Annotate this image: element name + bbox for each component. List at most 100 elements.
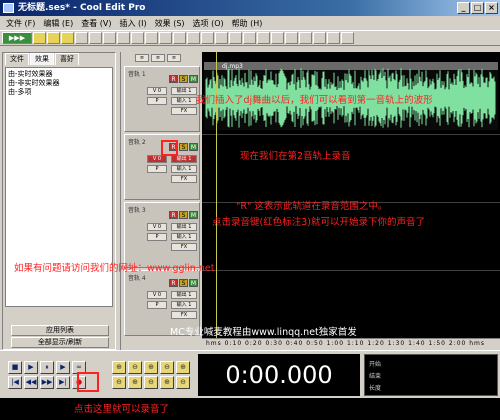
fx-icon[interactable] bbox=[341, 32, 354, 44]
output-select[interactable]: 输出 1 bbox=[171, 87, 197, 95]
redo-icon[interactable] bbox=[145, 32, 158, 44]
output-select[interactable]: 输出 1 bbox=[171, 155, 197, 163]
snap-icon[interactable] bbox=[243, 32, 256, 44]
tab-effects[interactable]: 效果 bbox=[30, 53, 54, 65]
menu-options[interactable]: 选项 (O) bbox=[189, 18, 228, 29]
zoom-left-icon[interactable]: ⊖ bbox=[112, 376, 126, 389]
volume-control[interactable]: V 0 bbox=[147, 87, 167, 95]
zoom-selection-icon[interactable]: ⊖ bbox=[160, 361, 174, 374]
eq-icon[interactable] bbox=[327, 32, 340, 44]
annotation-website: 如果有问题请访问我们的网址：www.gglin.net bbox=[14, 263, 215, 274]
mix-icon[interactable] bbox=[159, 32, 172, 44]
zoom-out-vertical-icon[interactable]: ⊖ bbox=[176, 376, 190, 389]
cut-icon[interactable] bbox=[89, 32, 102, 44]
minimize-button[interactable]: _ bbox=[457, 2, 470, 14]
copy-icon[interactable] bbox=[103, 32, 116, 44]
maximize-button[interactable]: □ bbox=[471, 2, 484, 14]
record-arm-button[interactable]: R bbox=[169, 211, 178, 219]
time-select-icon[interactable] bbox=[201, 32, 214, 44]
move-tool-icon[interactable] bbox=[187, 32, 200, 44]
output-select[interactable]: 输出 1 bbox=[171, 223, 197, 231]
pan-control[interactable]: P bbox=[147, 301, 167, 309]
zoom-fit-icon[interactable]: ⊖ bbox=[144, 376, 158, 389]
pan-control[interactable]: P bbox=[147, 97, 167, 105]
menu-file[interactable]: 文件 (F) bbox=[2, 18, 39, 29]
solo-button[interactable]: S bbox=[179, 279, 188, 287]
menu-edit[interactable]: 编辑 (E) bbox=[39, 18, 77, 29]
pause-button[interactable]: ⏸ bbox=[40, 361, 54, 374]
fx-slot[interactable]: FX bbox=[171, 311, 197, 319]
fx-slot[interactable]: FX bbox=[171, 107, 197, 115]
menu-help[interactable]: 帮助 (H) bbox=[228, 18, 267, 29]
input-select[interactable]: 输入 1 bbox=[171, 97, 197, 105]
go-to-start-button[interactable]: |◀ bbox=[8, 376, 22, 389]
go-to-end-button[interactable]: ▶| bbox=[56, 376, 70, 389]
track-header-3[interactable]: 音轨 3 R S M V 0 输出 1 输入 1 P FX bbox=[124, 202, 200, 268]
rewind-button[interactable]: ◀◀ bbox=[24, 376, 38, 389]
save-icon[interactable] bbox=[61, 32, 74, 44]
fast-forward-button[interactable]: ▶▶ bbox=[40, 376, 54, 389]
zoom-in-horizontal-icon[interactable]: ⊕ bbox=[112, 361, 126, 374]
view-option-3[interactable]: ≡ bbox=[167, 54, 181, 62]
zoom-out-horizontal-icon[interactable]: ⊖ bbox=[128, 361, 142, 374]
stop-button[interactable]: ■ bbox=[8, 361, 22, 374]
zoom-right-icon[interactable]: ⊕ bbox=[128, 376, 142, 389]
tempo-icon[interactable] bbox=[285, 32, 298, 44]
view-option-2[interactable]: ≡ bbox=[151, 54, 165, 62]
menu-insert[interactable]: 插入 (I) bbox=[116, 18, 151, 29]
cd-icon[interactable] bbox=[299, 32, 312, 44]
open-file-icon[interactable] bbox=[47, 32, 60, 44]
mute-button[interactable]: M bbox=[189, 279, 198, 287]
save-all-icon[interactable] bbox=[75, 32, 88, 44]
title-bar: 无标题.ses* - Cool Edit Pro _ □ × bbox=[0, 0, 500, 16]
paste-icon[interactable] bbox=[117, 32, 130, 44]
record-arm-button[interactable]: R bbox=[169, 75, 178, 83]
output-select[interactable]: 输出 1 bbox=[171, 291, 197, 299]
loop-icon[interactable] bbox=[257, 32, 270, 44]
metronome-icon[interactable] bbox=[271, 32, 284, 44]
mute-button[interactable]: M bbox=[189, 75, 198, 83]
volume-control[interactable]: V 0 bbox=[147, 223, 167, 231]
tree-item-multitrack[interactable]: 由-多项 bbox=[8, 88, 110, 97]
play-button[interactable]: ▶ bbox=[24, 361, 38, 374]
show-all-button[interactable]: 全部显示/刷新 bbox=[11, 337, 109, 348]
solo-button[interactable]: S bbox=[179, 75, 188, 83]
mute-button[interactable]: M bbox=[189, 211, 198, 219]
track-header-1[interactable]: 音轨 1 R S M V 0 输出 1 输入 1 P FX bbox=[124, 66, 200, 132]
volume-control[interactable]: V 0 bbox=[147, 291, 167, 299]
volume-control[interactable]: V 0 bbox=[147, 155, 167, 163]
apply-list-button[interactable]: 应用列表 bbox=[11, 325, 109, 336]
time-ruler[interactable]: hms 0:10 0:20 0:30 0:40 0:50 1:00 1:10 1… bbox=[202, 338, 500, 350]
solo-button[interactable]: S bbox=[179, 211, 188, 219]
envelope-icon[interactable] bbox=[229, 32, 242, 44]
record-arm-button[interactable]: R bbox=[169, 279, 178, 287]
pan-control[interactable]: P bbox=[147, 233, 167, 241]
new-file-icon[interactable] bbox=[33, 32, 46, 44]
undo-icon[interactable] bbox=[131, 32, 144, 44]
tab-favorites[interactable]: 喜好 bbox=[55, 53, 79, 65]
play-to-end-button[interactable]: ▶ bbox=[56, 361, 70, 374]
hybrid-tool-icon[interactable] bbox=[215, 32, 228, 44]
pan-control[interactable]: P bbox=[147, 165, 167, 173]
mute-button[interactable]: M bbox=[189, 143, 198, 151]
tree-item-realtime[interactable]: 由-实时效果器 bbox=[8, 70, 110, 79]
view-option-1[interactable]: ≡ bbox=[135, 54, 149, 62]
select-tool-icon[interactable] bbox=[173, 32, 186, 44]
solo-button[interactable]: S bbox=[179, 143, 188, 151]
tab-files[interactable]: 文件 bbox=[5, 53, 29, 65]
toggle-view-button[interactable]: ▶▶▶ bbox=[2, 32, 32, 44]
input-select[interactable]: 输入 1 bbox=[171, 165, 197, 173]
tree-item-offline[interactable]: 由-非实时效果器 bbox=[8, 79, 110, 88]
fx-slot[interactable]: FX bbox=[171, 175, 197, 183]
input-select[interactable]: 输入 1 bbox=[171, 233, 197, 241]
input-select[interactable]: 输入 1 bbox=[171, 301, 197, 309]
fx-slot[interactable]: FX bbox=[171, 243, 197, 251]
zoom-track-icon[interactable]: ⊕ bbox=[160, 376, 174, 389]
window-title: 无标题.ses* - Cool Edit Pro bbox=[18, 3, 146, 13]
zoom-in-vertical-icon[interactable]: ⊕ bbox=[176, 361, 190, 374]
menu-effects[interactable]: 效果 (S) bbox=[151, 18, 189, 29]
close-button[interactable]: × bbox=[485, 2, 498, 14]
zoom-full-icon[interactable]: ⊕ bbox=[144, 361, 158, 374]
menu-view[interactable]: 查看 (V) bbox=[77, 18, 115, 29]
mixer-icon[interactable] bbox=[313, 32, 326, 44]
